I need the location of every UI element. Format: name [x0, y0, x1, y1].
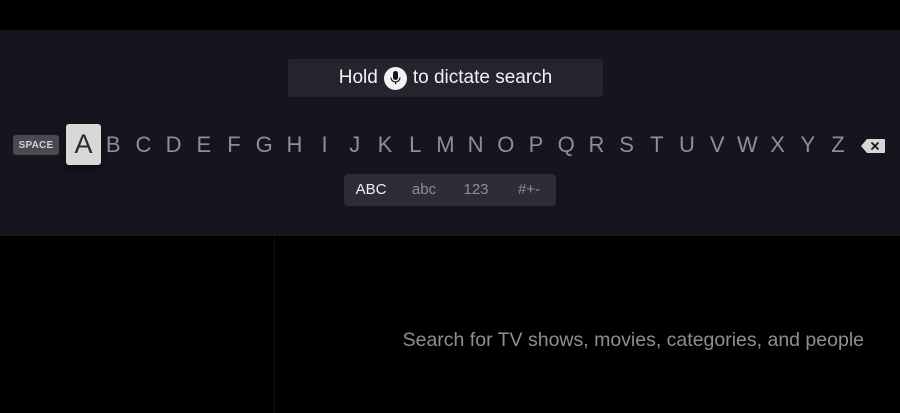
key-f[interactable]: F [221, 125, 247, 165]
mode-lowercase-tab[interactable]: abc [399, 174, 449, 206]
key-o[interactable]: O [493, 125, 519, 165]
key-e[interactable]: E [191, 125, 217, 165]
key-z[interactable]: Z [825, 125, 851, 165]
key-c[interactable]: C [130, 125, 156, 165]
key-t[interactable]: T [644, 125, 670, 165]
key-u[interactable]: U [674, 125, 700, 165]
key-j[interactable]: J [342, 125, 368, 165]
letter-row: ABCDEFGHIJKLMNOPQRSTUVWXYZ [0, 124, 900, 165]
key-p[interactable]: P [523, 125, 549, 165]
dictation-prefix: Hold [338, 67, 378, 88]
key-l[interactable]: L [402, 125, 428, 165]
dictation-suffix: to dictate search [412, 67, 553, 88]
keyboard-mode-selector: ABC abc 123 #+- [344, 174, 556, 206]
key-g[interactable]: G [251, 125, 277, 165]
keyboard-panel: Hold to dictate search S P ACE ABCDEFGHIJK… [0, 30, 900, 236]
key-r[interactable]: R [583, 125, 609, 165]
key-w[interactable]: W [734, 125, 760, 165]
mode-numbers-tab[interactable]: 123 [451, 174, 501, 206]
key-d[interactable]: D [161, 125, 187, 165]
key-n[interactable]: N [463, 125, 489, 165]
search-screen: Hold to dictate search S P ACE ABCDEFGHIJK… [0, 0, 900, 413]
key-y[interactable]: Y [795, 125, 821, 165]
microphone-icon [383, 66, 407, 90]
key-i[interactable]: I [312, 125, 338, 165]
key-a[interactable]: A [66, 124, 101, 165]
mode-symbols-tab[interactable]: #+- [504, 174, 554, 206]
key-b[interactable]: B [100, 125, 126, 165]
key-h[interactable]: H [281, 125, 307, 165]
key-q[interactable]: Q [553, 125, 579, 165]
key-k[interactable]: K [372, 125, 398, 165]
dictation-bar[interactable]: Hold to dictate search [288, 59, 603, 97]
key-s[interactable]: S [614, 125, 640, 165]
key-m[interactable]: M [432, 125, 458, 165]
mode-uppercase-tab[interactable]: ABC [346, 174, 396, 206]
key-x[interactable]: X [765, 125, 791, 165]
results-divider [274, 236, 275, 413]
search-hint: Search for TV shows, movies, categories,… [402, 329, 864, 351]
key-v[interactable]: V [704, 125, 730, 165]
backspace-icon[interactable] [860, 138, 886, 154]
